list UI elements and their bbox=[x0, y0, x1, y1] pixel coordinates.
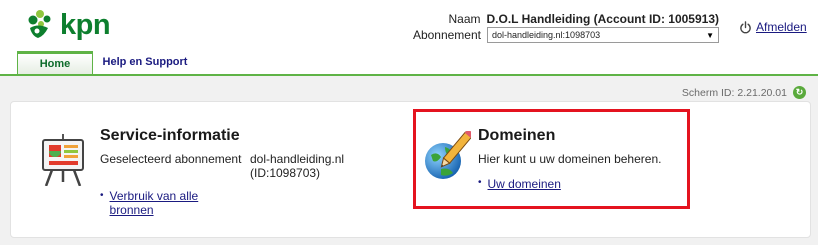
account-name-label: Naam bbox=[448, 12, 481, 26]
account-name-row: Naam D.O.L Handleiding (Account ID: 1005… bbox=[448, 11, 719, 27]
bullet-icon: • bbox=[478, 177, 482, 188]
domains-description: Hier kunt u uw domeinen beheren. bbox=[478, 152, 662, 166]
power-icon bbox=[740, 20, 751, 33]
selected-subscription-label: Geselecteerd abonnement bbox=[100, 152, 242, 166]
account-name-value: D.O.L Handleiding (Account ID: 1005913) bbox=[486, 12, 720, 26]
dropdown-arrow-icon: ▼ bbox=[706, 30, 714, 40]
kpn-logo-text: kpn bbox=[60, 8, 111, 41]
subscription-select[interactable]: dol-handleiding.nl:1098703 ▼ bbox=[487, 27, 719, 43]
tab-help-en-support[interactable]: Help en Support bbox=[97, 49, 193, 74]
presentation-board-icon bbox=[42, 134, 84, 186]
screen-id-value: 2.21.20.01 bbox=[737, 86, 787, 99]
logout[interactable]: Afmelden bbox=[739, 20, 807, 34]
your-domains-link-item: • Uw domeinen bbox=[478, 177, 561, 191]
service-info-title: Service-informatie bbox=[100, 127, 240, 144]
subscription-label: Abonnement bbox=[412, 28, 481, 42]
usage-link-item: • Verbruik van alle bronnen bbox=[100, 189, 220, 217]
selected-subscription-value: dol-handleiding.nl (ID:1098703) bbox=[250, 152, 345, 180]
subscription-selected-value: dol-handleiding.nl:1098703 bbox=[492, 30, 601, 40]
logout-link[interactable]: Afmelden bbox=[756, 20, 807, 34]
screen-id-label: Scherm ID: bbox=[681, 86, 735, 99]
account-info: Naam D.O.L Handleiding (Account ID: 1005… bbox=[413, 11, 719, 43]
tab-bar: Home Help en Support bbox=[0, 49, 818, 76]
header: kpn Naam D.O.L Handleiding (Account ID: … bbox=[0, 0, 818, 52]
tab-home[interactable]: Home bbox=[17, 51, 93, 76]
kpn-logo-icon bbox=[28, 10, 51, 38]
globe-pencil-icon bbox=[425, 131, 471, 179]
domains-title: Domeinen bbox=[478, 127, 556, 144]
dashboard-panel bbox=[10, 101, 811, 238]
refresh-icon[interactable]: ↻ bbox=[793, 86, 806, 99]
kpn-logo[interactable]: kpn bbox=[24, 6, 111, 44]
screen-id: Scherm ID: 2.21.20.01 ↻ bbox=[682, 86, 806, 99]
subscription-row: Abonnement dol-handleiding.nl:1098703 ▼ bbox=[413, 27, 719, 43]
bullet-icon: • bbox=[100, 190, 104, 201]
your-domains-link[interactable]: Uw domeinen bbox=[488, 177, 561, 191]
usage-all-resources-link[interactable]: Verbruik van alle bronnen bbox=[110, 189, 220, 217]
